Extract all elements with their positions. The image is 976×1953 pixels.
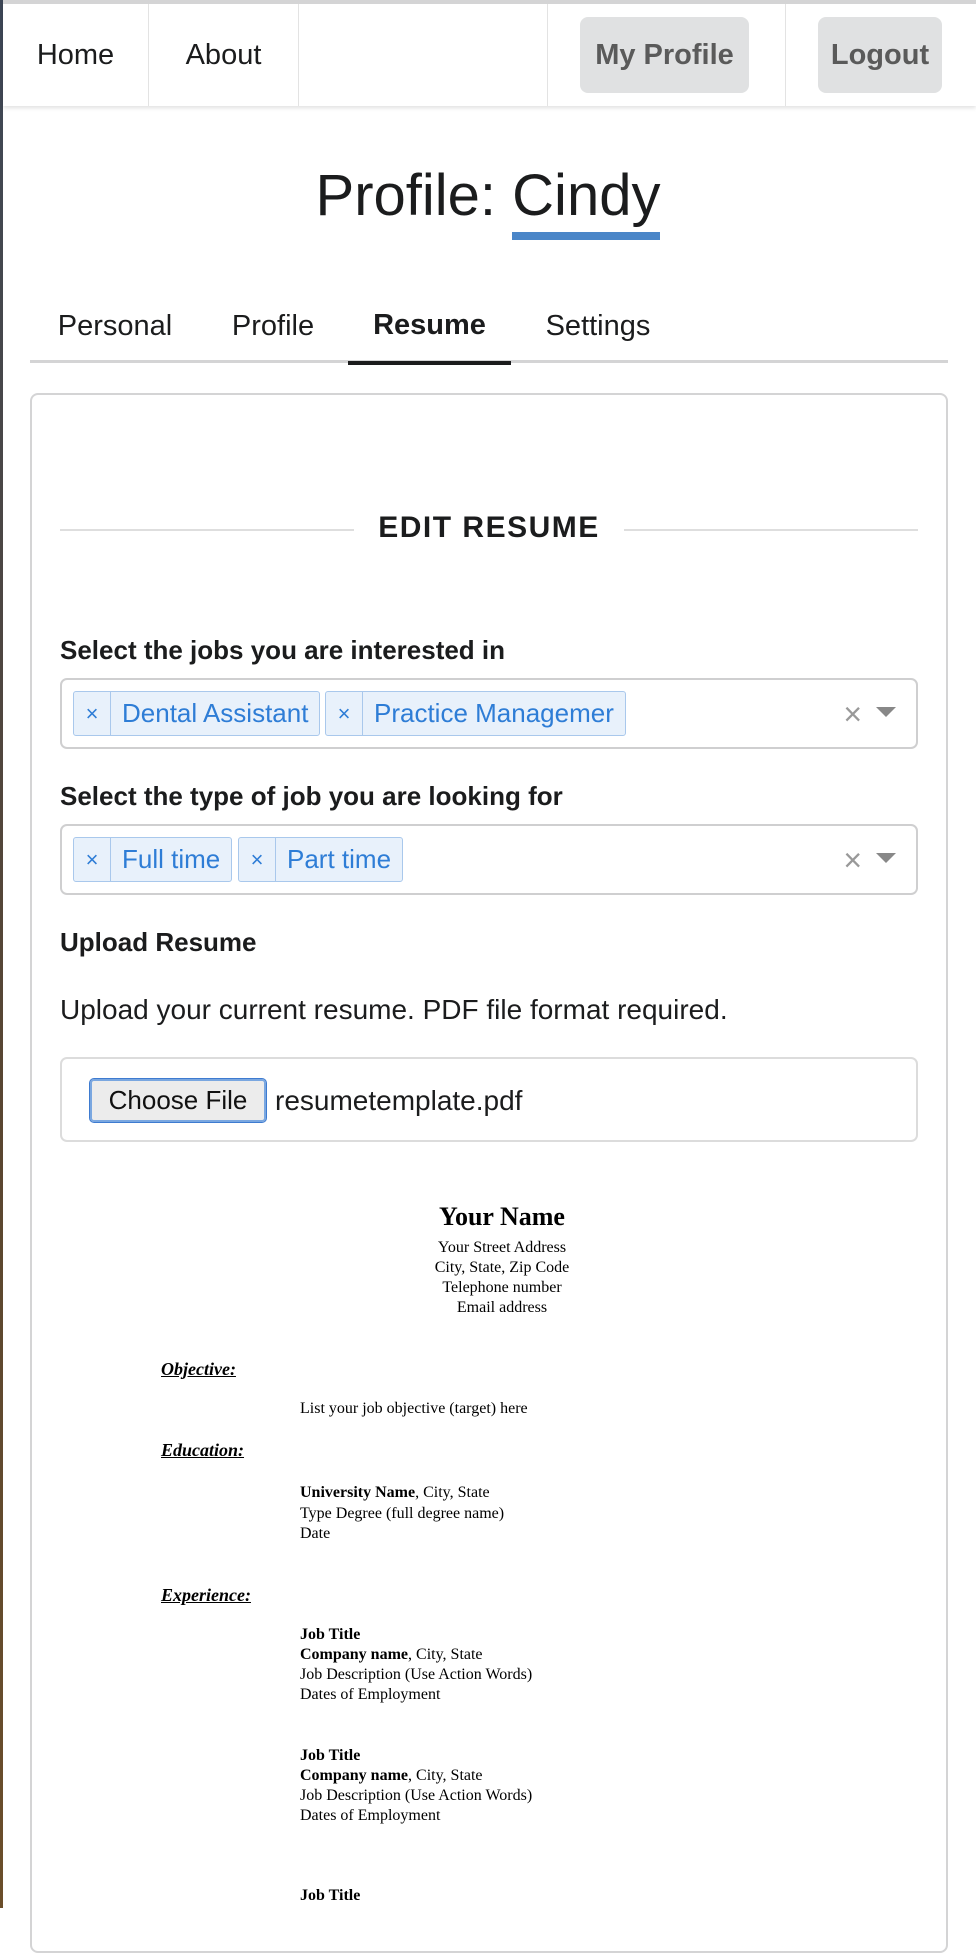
header-divider-left xyxy=(60,529,354,531)
selected-file-name: resumetemplate.pdf xyxy=(275,1085,523,1116)
company-location: , City, State xyxy=(408,1646,483,1663)
page-title-prefix: Profile: xyxy=(315,163,513,228)
logout-button[interactable]: Logout xyxy=(818,17,942,93)
nav-divider xyxy=(547,4,548,106)
tab-resume[interactable]: Resume xyxy=(348,290,511,365)
resume-address: Your Street Address xyxy=(437,1239,567,1256)
chip-label: Full time xyxy=(122,844,221,874)
chip-part-time: × Part time xyxy=(238,837,404,882)
objective-heading: Objective: xyxy=(161,1359,236,1379)
clear-all-icon[interactable]: × xyxy=(843,694,862,734)
chip-remove-icon[interactable]: × xyxy=(74,692,111,735)
my-profile-button[interactable]: My Profile xyxy=(580,17,749,93)
upload-resume-label: Upload Resume xyxy=(60,927,257,957)
chevron-down-icon[interactable] xyxy=(876,853,896,863)
chevron-down-icon[interactable] xyxy=(876,707,896,717)
nav-divider xyxy=(785,4,786,106)
objective-text: List your job objective (target) here xyxy=(300,1400,528,1417)
job-type-multiselect[interactable]: × Full time × Part time × xyxy=(60,824,918,895)
job-description: Job Description (Use Action Words) xyxy=(300,1787,533,1804)
job-title: Job Title xyxy=(300,1626,361,1643)
chip-remove-icon[interactable]: × xyxy=(326,692,363,735)
jobs-field-label: Select the jobs you are interested in xyxy=(60,635,506,665)
company-location: , City, State xyxy=(408,1767,483,1784)
top-navbar: Home About My Profile Logout xyxy=(3,0,976,106)
clear-all-icon[interactable]: × xyxy=(843,840,862,880)
company-name: Company name xyxy=(300,1767,409,1784)
job-description: Job Description (Use Action Words) xyxy=(300,1666,533,1683)
job-company: Company name, City, State xyxy=(300,1766,483,1786)
chip-label: Dental Assistant xyxy=(122,698,309,728)
tab-profile[interactable]: Profile xyxy=(210,290,336,362)
education-date: Date xyxy=(300,1525,331,1542)
company-name: Company name xyxy=(300,1646,409,1663)
chip-label: Practice Managemer xyxy=(374,698,614,728)
profile-tabs: Personal Profile Resume Settings xyxy=(30,290,948,365)
jobs-multiselect[interactable]: × Dental Assistant × Practice Managemer … xyxy=(60,678,918,749)
chip-full-time: × Full time xyxy=(73,837,233,882)
nav-home-link[interactable]: Home xyxy=(3,4,149,106)
university-location: , City, State xyxy=(415,1484,490,1501)
tab-personal[interactable]: Personal xyxy=(30,290,200,362)
education-university: University Name, City, State xyxy=(300,1483,490,1503)
resume-phone: Telephone number xyxy=(442,1279,562,1296)
desktop-background-strip xyxy=(0,0,3,1908)
job-title: Job Title xyxy=(300,1887,361,1904)
resume-city: City, State, Zip Code xyxy=(434,1259,570,1276)
profile-name: Cindy xyxy=(512,160,661,240)
chip-dental-assistant: × Dental Assistant xyxy=(73,691,321,736)
chip-label: Part time xyxy=(287,844,392,874)
job-dates: Dates of Employment xyxy=(300,1686,441,1703)
job-title: Job Title xyxy=(300,1747,361,1764)
experience-heading: Experience: xyxy=(161,1585,251,1605)
chip-practice-manager: × Practice Managemer xyxy=(325,691,626,736)
job-company: Company name, City, State xyxy=(300,1645,483,1665)
resume-name: Your Name xyxy=(439,1202,565,1231)
education-degree: Type Degree (full degree name) xyxy=(300,1505,505,1522)
choose-file-button[interactable]: Choose File xyxy=(89,1078,267,1123)
file-input: Choose File resumetemplate.pdf xyxy=(60,1057,918,1142)
nav-about-link[interactable]: About xyxy=(149,4,299,106)
chip-remove-icon[interactable]: × xyxy=(239,838,276,881)
section-header: EDIT RESUME xyxy=(378,511,600,544)
tab-settings[interactable]: Settings xyxy=(525,290,671,362)
university-name: University Name xyxy=(300,1484,416,1501)
header-divider-right xyxy=(624,529,918,531)
education-heading: Education: xyxy=(161,1440,245,1460)
chip-remove-icon[interactable]: × xyxy=(74,838,111,881)
resume-email: Email address xyxy=(456,1299,548,1316)
job-type-field-label: Select the type of job you are looking f… xyxy=(60,781,563,811)
job-dates: Dates of Employment xyxy=(300,1807,441,1824)
upload-description: Upload your current resume. PDF file for… xyxy=(60,994,728,1025)
resume-card xyxy=(30,393,948,1953)
page-title: Profile: Cindy xyxy=(0,156,976,240)
